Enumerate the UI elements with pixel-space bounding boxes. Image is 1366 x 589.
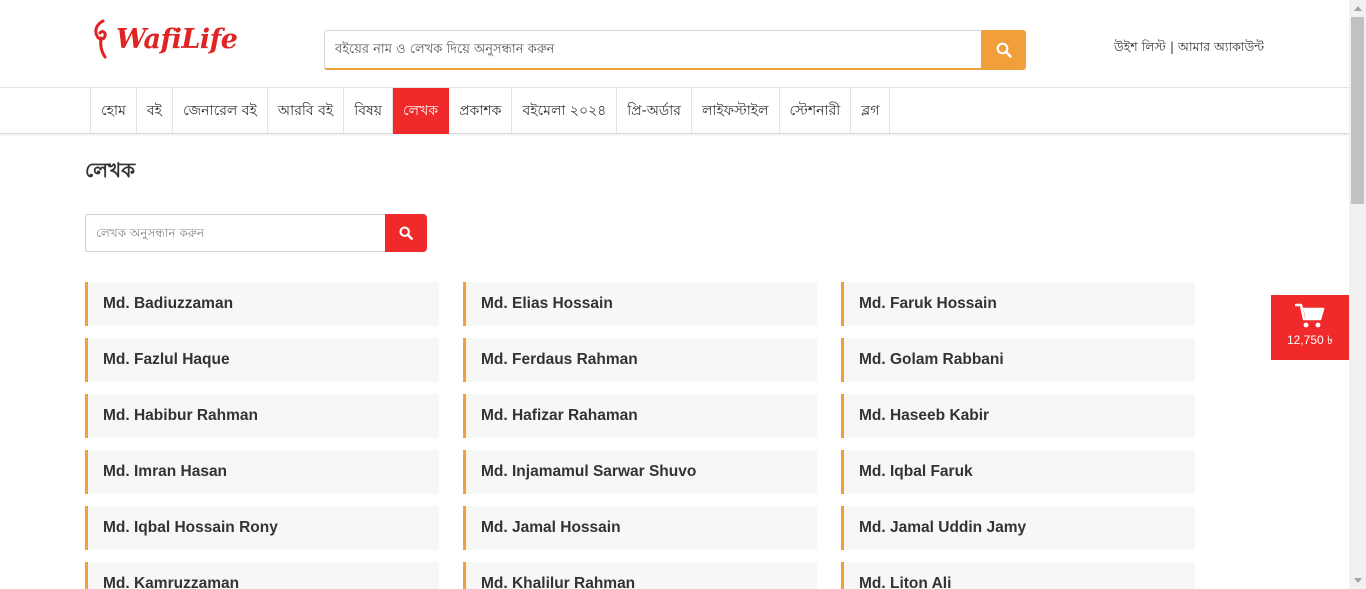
author-card[interactable]: Md. Haseeb Kabir [841,394,1195,438]
author-card[interactable]: Md. Habibur Rahman [85,394,439,438]
nav-item-publishers[interactable]: প্রকাশক [449,88,513,134]
author-name: Md. Golam Rabbani [859,351,1004,368]
author-card[interactable]: Md. Injamamul Sarwar Shuvo [463,450,817,494]
logo-text: WafiLife [116,23,238,55]
nav-item-stationery[interactable]: স্টেশনারী [780,88,852,134]
wishlist-link[interactable]: উইশ লিস্ট [1114,39,1166,54]
author-card[interactable]: Md. Kamruzzaman [85,562,439,589]
author-name: Md. Badiuzzaman [103,295,234,312]
author-card[interactable]: Md. Faruk Hossain [841,282,1195,326]
cart-icon [1295,303,1325,328]
account-separator: | [1169,39,1175,54]
author-name: Md. Liton Ali [859,575,952,589]
author-card[interactable]: Md. Iqbal Hossain Rony [85,506,439,550]
logo-mark-icon [94,19,107,59]
author-search-input[interactable] [85,214,385,252]
floating-cart-button[interactable]: 12,750 ৳ [1271,295,1349,360]
author-grid: Md. Badiuzzaman Md. Elias Hossain Md. Fa… [85,282,1195,589]
author-card[interactable]: Md. Liton Ali [841,562,1195,589]
search-icon [399,226,413,240]
site-logo[interactable]: WafiLife [92,18,238,60]
cart-total: 12,750 ৳ [1286,333,1333,347]
author-card[interactable]: Md. Fazlul Haque [85,338,439,382]
author-search-button[interactable] [385,214,427,252]
author-name: Md. Injamamul Sarwar Shuvo [481,463,697,480]
main-search [324,30,1026,70]
author-name: Md. Habibur Rahman [103,407,259,424]
author-name: Md. Haseeb Kabir [859,407,990,424]
scroll-down-arrow-icon[interactable] [1349,572,1366,589]
author-name: Md. Iqbal Hossain Rony [103,519,278,536]
scroll-up-arrow-icon[interactable] [1349,0,1366,17]
my-account-link[interactable]: আমার অ্যাকাউন্ট [1178,39,1264,54]
author-card[interactable]: Md. Ferdaus Rahman [463,338,817,382]
author-name: Md. Khalilur Rahman [481,575,636,589]
author-name: Md. Hafizar Rahaman [481,407,638,424]
author-card[interactable]: Md. Hafizar Rahaman [463,394,817,438]
author-search [85,214,427,252]
author-name: Md. Faruk Hossain [859,295,997,312]
nav-item-home[interactable]: হোম [91,88,137,134]
author-name: Md. Iqbal Faruk [859,463,973,480]
author-card[interactable]: Md. Badiuzzaman [85,282,439,326]
nav-item-lifestyle[interactable]: লাইফস্টাইল [692,88,780,134]
author-card[interactable]: Md. Khalilur Rahman [463,562,817,589]
nav-item-authors[interactable]: লেখক [392,88,450,134]
nav-item-pre-order[interactable]: প্রি-অর্ডার [617,88,692,134]
author-name: Md. Kamruzzaman [103,575,240,589]
nav-item-general-books[interactable]: জেনারেল বই [173,88,268,134]
author-name: Md. Jamal Hossain [481,519,621,536]
author-name: Md. Imran Hasan [103,463,228,480]
main-nav: হোম বই জেনারেল বই আরবি বই বিষয় লেখক প্র… [0,88,1349,134]
page-scrollbar[interactable] [1349,0,1366,589]
scroll-thumb[interactable] [1351,17,1364,204]
author-name: Md. Elias Hossain [481,295,613,312]
nav-item-arabic-books[interactable]: আরবি বই [268,88,345,134]
nav-item-subjects[interactable]: বিষয় [344,88,393,134]
author-card[interactable]: Md. Jamal Uddin Jamy [841,506,1195,550]
main-search-input[interactable] [324,30,981,70]
author-name: Md. Fazlul Haque [103,351,230,368]
nav-item-book-fair[interactable]: বইমেলা ২০২৪ [512,88,618,134]
author-name: Md. Ferdaus Rahman [481,351,638,368]
author-card[interactable]: Md. Golam Rabbani [841,338,1195,382]
page-title: লেখক [85,158,136,182]
nav-item-blog[interactable]: ব্লগ [851,88,891,134]
author-name: Md. Jamal Uddin Jamy [859,519,1027,536]
search-icon [996,42,1012,58]
author-card[interactable]: Md. Imran Hasan [85,450,439,494]
nav-item-books[interactable]: বই [137,88,173,134]
author-card[interactable]: Md. Iqbal Faruk [841,450,1195,494]
author-card[interactable]: Md. Jamal Hossain [463,506,817,550]
main-search-button[interactable] [981,30,1026,70]
account-links: উইশ লিস্ট | আমার অ্যাকাউন্ট [1114,39,1264,59]
site-header: WafiLife উইশ লিস্ট | আমার অ্যাকাউন্ট [0,0,1349,88]
author-card[interactable]: Md. Elias Hossain [463,282,817,326]
